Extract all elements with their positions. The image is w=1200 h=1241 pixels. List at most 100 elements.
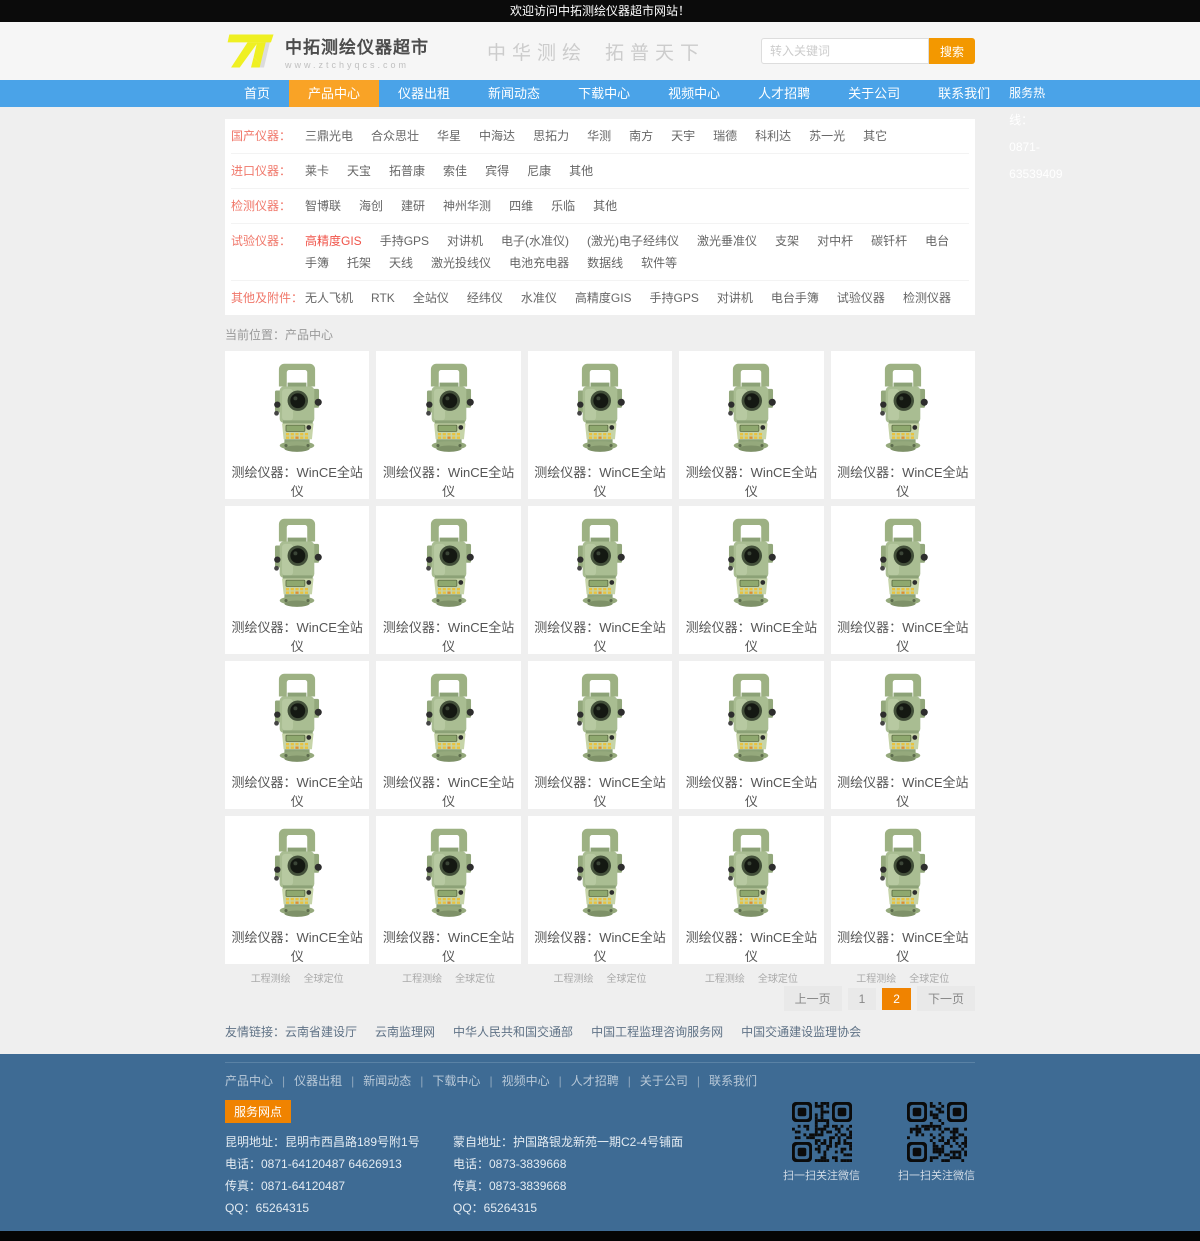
filter-item[interactable]: 软件等: [641, 252, 677, 274]
filter-item[interactable]: 科利达: [755, 125, 791, 147]
footer-nav-item[interactable]: 仪器出租: [294, 1074, 342, 1088]
nav-item-9[interactable]: 联系我们: [919, 80, 1009, 107]
product-card[interactable]: 测绘仪器：WinCE全站仪工程测绘全球定位: [376, 351, 520, 499]
filter-item[interactable]: 中海达: [479, 125, 515, 147]
product-card[interactable]: 测绘仪器：WinCE全站仪工程测绘全球定位: [225, 351, 369, 499]
filter-item[interactable]: 高精度GIS: [575, 287, 632, 309]
nav-item-7[interactable]: 人才招聘: [739, 80, 829, 107]
filter-item[interactable]: 电子(水准仪): [501, 230, 569, 252]
nav-item-6[interactable]: 视频中心: [649, 80, 739, 107]
filter-item[interactable]: 激光垂准仪: [697, 230, 757, 252]
filter-item[interactable]: 天线: [389, 252, 413, 274]
nav-item-1[interactable]: 首页: [225, 80, 289, 107]
filter-item[interactable]: 乐临: [551, 195, 575, 217]
filter-item[interactable]: 宾得: [485, 160, 509, 182]
filter-item[interactable]: 索佳: [443, 160, 467, 182]
product-card[interactable]: 测绘仪器：WinCE全站仪工程测绘全球定位: [376, 816, 520, 964]
filter-item[interactable]: 全站仪: [413, 287, 449, 309]
product-card[interactable]: 测绘仪器：WinCE全站仪工程测绘全球定位: [376, 506, 520, 654]
product-card[interactable]: 测绘仪器：WinCE全站仪工程测绘全球定位: [528, 661, 672, 809]
product-card[interactable]: 测绘仪器：WinCE全站仪工程测绘全球定位: [679, 506, 823, 654]
filter-item[interactable]: 建研: [401, 195, 425, 217]
filter-item[interactable]: 托架: [347, 252, 371, 274]
filter-item[interactable]: (激光)电子经纬仪: [587, 230, 679, 252]
filter-item[interactable]: 瑞德: [713, 125, 737, 147]
footer-nav-item[interactable]: 新闻动态: [363, 1074, 411, 1088]
nav-item-8[interactable]: 关于公司: [829, 80, 919, 107]
filter-item[interactable]: 天宇: [671, 125, 695, 147]
product-card[interactable]: 测绘仪器：WinCE全站仪工程测绘全球定位: [679, 351, 823, 499]
product-card[interactable]: 测绘仪器：WinCE全站仪工程测绘全球定位: [528, 506, 672, 654]
footer-nav-item[interactable]: 产品中心: [225, 1074, 273, 1088]
friend-link[interactable]: 云南监理网: [375, 1025, 435, 1039]
filter-item[interactable]: 天宝: [347, 160, 371, 182]
filter-item[interactable]: 手持GPS: [380, 230, 429, 252]
footer-nav-item[interactable]: 下载中心: [432, 1074, 480, 1088]
nav-item-5[interactable]: 下载中心: [559, 80, 649, 107]
filter-item[interactable]: 支架: [775, 230, 799, 252]
nav-item-2[interactable]: 产品中心: [289, 80, 379, 107]
filter-item[interactable]: 拓普康: [389, 160, 425, 182]
site-logo[interactable]: 中拓测绘仪器超市 www.ztchyqcs.com: [225, 31, 429, 71]
nav-item-4[interactable]: 新闻动态: [469, 80, 559, 107]
friend-link[interactable]: 中国交通建设监理协会: [741, 1025, 861, 1039]
filter-item[interactable]: 其它: [863, 125, 887, 147]
filter-item[interactable]: 数据线: [587, 252, 623, 274]
filter-item[interactable]: 海创: [359, 195, 383, 217]
filter-item[interactable]: 华星: [437, 125, 461, 147]
product-card[interactable]: 测绘仪器：WinCE全站仪工程测绘全球定位: [225, 816, 369, 964]
filter-item[interactable]: 对中杆: [817, 230, 853, 252]
filter-item[interactable]: 电台: [925, 230, 949, 252]
product-card[interactable]: 测绘仪器：WinCE全站仪工程测绘全球定位: [679, 661, 823, 809]
filter-item[interactable]: 手持GPS: [650, 287, 699, 309]
footer-nav-item[interactable]: 人才招聘: [571, 1074, 619, 1088]
filter-item[interactable]: 苏一光: [809, 125, 845, 147]
filter-item[interactable]: 经纬仪: [467, 287, 503, 309]
search-input[interactable]: [761, 38, 929, 64]
nav-item-3[interactable]: 仪器出租: [379, 80, 469, 107]
filter-item[interactable]: 碳钎杆: [871, 230, 907, 252]
pagination-page-1[interactable]: 1: [848, 988, 877, 1010]
filter-item[interactable]: 电池充电器: [509, 252, 569, 274]
pagination-page-2[interactable]: 2: [882, 988, 911, 1010]
filter-item[interactable]: 手簿: [305, 252, 329, 274]
filter-item[interactable]: 无人飞机: [305, 287, 353, 309]
product-card[interactable]: 测绘仪器：WinCE全站仪工程测绘全球定位: [528, 351, 672, 499]
product-card[interactable]: 测绘仪器：WinCE全站仪工程测绘全球定位: [225, 506, 369, 654]
product-card[interactable]: 测绘仪器：WinCE全站仪工程测绘全球定位: [831, 506, 975, 654]
filter-item[interactable]: 尼康: [527, 160, 551, 182]
pagination-next[interactable]: 下一页: [917, 986, 975, 1011]
filter-item[interactable]: 对讲机: [717, 287, 753, 309]
friend-link[interactable]: 云南省建设厅: [285, 1025, 357, 1039]
filter-item[interactable]: 南方: [629, 125, 653, 147]
filter-item[interactable]: 对讲机: [447, 230, 483, 252]
product-card[interactable]: 测绘仪器：WinCE全站仪工程测绘全球定位: [376, 661, 520, 809]
filter-item[interactable]: 合众思壮: [371, 125, 419, 147]
filter-item[interactable]: 其他: [593, 195, 617, 217]
product-card[interactable]: 测绘仪器：WinCE全站仪工程测绘全球定位: [831, 351, 975, 499]
filter-item[interactable]: 高精度GIS: [305, 230, 362, 252]
filter-item[interactable]: 试验仪器: [837, 287, 885, 309]
filter-item[interactable]: 水准仪: [521, 287, 557, 309]
filter-item[interactable]: 激光投线仪: [431, 252, 491, 274]
product-card[interactable]: 测绘仪器：WinCE全站仪工程测绘全球定位: [225, 661, 369, 809]
product-card[interactable]: 测绘仪器：WinCE全站仪工程测绘全球定位: [831, 816, 975, 964]
product-card[interactable]: 测绘仪器：WinCE全站仪工程测绘全球定位: [831, 661, 975, 809]
footer-nav-item[interactable]: 视频中心: [502, 1074, 550, 1088]
search-button[interactable]: 搜索: [929, 38, 975, 64]
filter-item[interactable]: 检测仪器: [903, 287, 951, 309]
product-card[interactable]: 测绘仪器：WinCE全站仪工程测绘全球定位: [528, 816, 672, 964]
filter-item[interactable]: 华测: [587, 125, 611, 147]
filter-item[interactable]: 思拓力: [533, 125, 569, 147]
filter-item[interactable]: 神州华测: [443, 195, 491, 217]
filter-item[interactable]: RTK: [371, 287, 395, 309]
filter-item[interactable]: 智博联: [305, 195, 341, 217]
friend-link[interactable]: 中国工程监理咨询服务网: [591, 1025, 723, 1039]
filter-item[interactable]: 三鼎光电: [305, 125, 353, 147]
filter-item[interactable]: 四维: [509, 195, 533, 217]
footer-nav-item[interactable]: 联系我们: [709, 1074, 757, 1088]
pagination-prev[interactable]: 上一页: [784, 986, 842, 1011]
filter-item[interactable]: 电台手簿: [771, 287, 819, 309]
footer-nav-item[interactable]: 关于公司: [640, 1074, 688, 1088]
friend-link[interactable]: 中华人民共和国交通部: [453, 1025, 573, 1039]
